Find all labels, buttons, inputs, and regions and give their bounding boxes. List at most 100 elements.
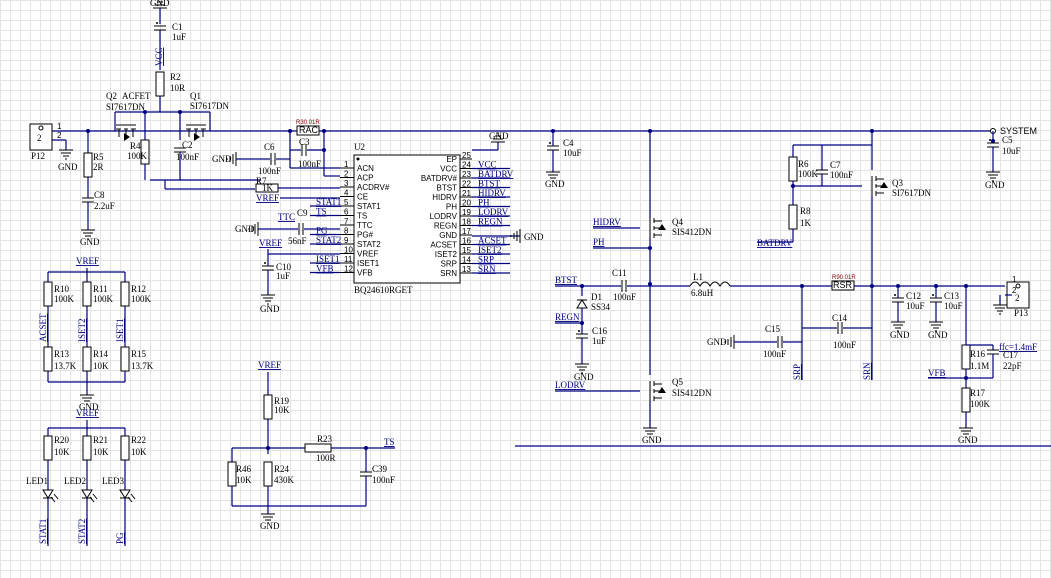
- svg-text:10uF: 10uF: [944, 301, 963, 311]
- svg-text:C5: C5: [1002, 135, 1013, 145]
- svg-text:GND: GND: [958, 435, 978, 445]
- net-label: VCC: [478, 160, 497, 170]
- svg-text:56nF: 56nF: [288, 236, 307, 246]
- system-output: SYSTEM C5 10uF GND: [985, 126, 1037, 190]
- sense-resistor-rac: RAC R30.01R C3 100nF: [288, 120, 340, 177]
- svg-text:1uF: 1uF: [592, 336, 606, 346]
- svg-text:GND: GND: [150, 0, 170, 8]
- net-label: PH: [478, 198, 490, 208]
- svg-text:VREF: VREF: [259, 238, 282, 248]
- svg-text:BQ24610RGET: BQ24610RGET: [354, 285, 413, 295]
- svg-text:1.1M: 1.1M: [970, 361, 989, 371]
- ic-pin-name: STAT1: [357, 202, 381, 211]
- svg-text:GND: GND: [545, 179, 565, 189]
- net-label: PG: [316, 226, 328, 236]
- net-label: LODRV: [478, 207, 509, 217]
- svg-text:SS34: SS34: [591, 302, 611, 312]
- svg-text:GND: GND: [928, 330, 948, 340]
- svg-text:SI7617DN: SI7617DN: [190, 101, 230, 111]
- svg-text:100K: 100K: [127, 151, 148, 161]
- svg-text:10R: 10R: [170, 83, 185, 93]
- svg-text:100nF: 100nF: [613, 292, 636, 302]
- svg-text:1K: 1K: [262, 183, 274, 193]
- battery-connector-p13: 2 P13 1 2: [992, 275, 1030, 318]
- svg-text:R15: R15: [131, 349, 147, 359]
- svg-text:PH: PH: [593, 237, 605, 247]
- svg-text:10uF: 10uF: [563, 148, 582, 158]
- svg-text:2: 2: [1012, 286, 1017, 295]
- ic-pin-number: 24: [462, 161, 471, 170]
- svg-text:C12: C12: [906, 291, 921, 301]
- c4-input-cap: C4 10uF GND: [545, 129, 582, 189]
- svg-text:10uF: 10uF: [1002, 146, 1021, 156]
- svg-text:ACFET: ACFET: [122, 91, 151, 101]
- net-label: ISET2: [478, 245, 502, 255]
- svg-text:GND: GND: [58, 162, 78, 172]
- net-label: SRP: [478, 255, 494, 265]
- svg-text:R46: R46: [236, 464, 252, 474]
- svg-text:GND: GND: [212, 154, 232, 164]
- svg-text:GND: GND: [890, 330, 910, 340]
- svg-text:TTC: TTC: [278, 212, 295, 222]
- svg-text:GND: GND: [524, 232, 544, 242]
- ic-pin-name: GND: [439, 231, 457, 240]
- snubber-r5-c8: R5 2R C8 2.2uF GND: [80, 129, 115, 247]
- svg-text:10K: 10K: [93, 361, 109, 371]
- ic-pin-number: 1: [344, 160, 349, 169]
- svg-text:REGN: REGN: [555, 312, 580, 322]
- svg-text:GND: GND: [642, 435, 662, 445]
- svg-text:R22: R22: [131, 435, 146, 445]
- net-label: ISET1: [316, 254, 340, 264]
- ic-pin-number: 7: [344, 217, 349, 226]
- svg-text:R16: R16: [970, 349, 986, 359]
- svg-text:R8: R8: [800, 206, 811, 216]
- svg-text:ISET2: ISET2: [77, 319, 87, 343]
- svg-text:C14: C14: [832, 313, 848, 323]
- svg-text:100K: 100K: [54, 294, 75, 304]
- ic-pin-number: 8: [344, 227, 349, 236]
- svg-text:2R: 2R: [93, 162, 104, 172]
- svg-text:VREF: VREF: [256, 193, 279, 203]
- ic-pin-number: 9: [344, 236, 349, 245]
- batfet-q3: R6 100K C7 100nF Q3 SI7617DN R8 1K BATDR…: [757, 129, 932, 286]
- svg-text:100nF: 100nF: [830, 170, 853, 180]
- ic-pin-number: 6: [344, 208, 349, 217]
- ic-pin-name: BATDRV#: [421, 174, 458, 183]
- svg-text:R14: R14: [93, 349, 109, 359]
- ic-pin-name: ACP: [357, 174, 373, 183]
- ic-pin-name: HIDRV: [432, 193, 457, 202]
- svg-text:ACSET: ACSET: [38, 313, 48, 342]
- svg-text:R24: R24: [274, 464, 290, 474]
- svg-text:R23: R23: [317, 434, 333, 444]
- vcc-filter-c1-r2: GND C1 1uF VCC R2 10R: [150, 0, 186, 112]
- ic-pin-name: ACDRV#: [357, 183, 390, 192]
- svg-text:13.7K: 13.7K: [54, 361, 77, 371]
- svg-text:BTST: BTST: [555, 275, 578, 285]
- ic-pin-name: REGN: [434, 222, 457, 231]
- svg-text:C13: C13: [944, 291, 960, 301]
- ic-pin-number: 20: [462, 199, 471, 208]
- svg-text:10K: 10K: [54, 447, 70, 457]
- svg-text:1: 1: [1012, 275, 1017, 284]
- ic-pin-number: 12: [344, 265, 353, 274]
- ic-pin-number: 15: [462, 246, 471, 255]
- svg-text:100K: 100K: [798, 169, 819, 179]
- svg-text:D1: D1: [591, 292, 602, 302]
- svg-text:22pF: 22pF: [1003, 361, 1022, 371]
- ic-pin-name: STAT2: [357, 240, 381, 249]
- svg-text:SI7617DN: SI7617DN: [106, 102, 146, 112]
- svg-text:1K: 1K: [800, 218, 812, 228]
- svg-text:R12: R12: [131, 284, 146, 294]
- schematic-canvas: 2 P12 1 2 GND R5 2R C8 2.2uF GND GND C1 …: [26, 0, 1051, 546]
- ic-pin-number: 14: [462, 256, 471, 265]
- ts-network: VREF R19 10K R23 100R TS C39 100nF R46 1…: [227, 360, 395, 531]
- svg-text:C39: C39: [372, 464, 388, 474]
- svg-text:C2: C2: [182, 140, 193, 150]
- svg-text:SRP: SRP: [792, 364, 802, 380]
- svg-text:C6: C6: [264, 142, 275, 152]
- svg-text:R11: R11: [93, 284, 108, 294]
- vref-c10: VREF C10 1uF GND: [259, 238, 340, 314]
- svg-text:C11: C11: [612, 268, 627, 278]
- ic-pin-name: SRP: [441, 260, 457, 269]
- svg-text:GND: GND: [707, 337, 727, 347]
